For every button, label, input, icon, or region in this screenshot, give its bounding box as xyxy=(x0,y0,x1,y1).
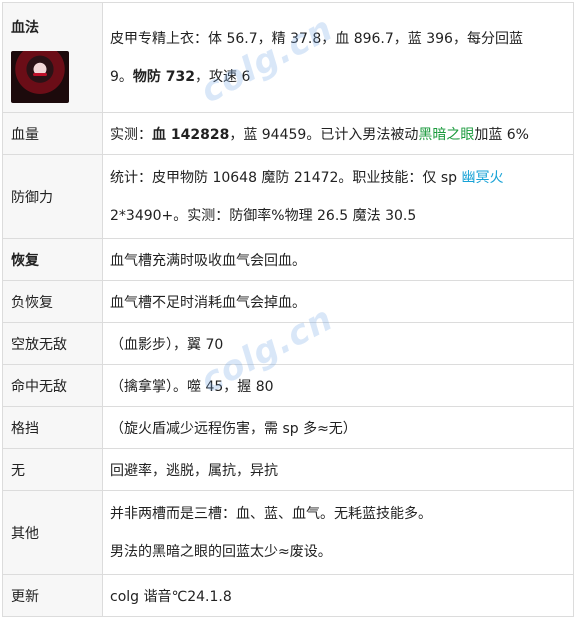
table-row: 更新 colg 谐音℃24.1.8 xyxy=(2,574,574,617)
text: ，蓝 94459。已计入男法被动 xyxy=(229,126,419,143)
value-line: 皮甲专精上衣：体 56.7，精 37.8，血 896.7，蓝 396，每分回蓝 xyxy=(110,30,523,47)
table-row: 空放无敌 （血影步），翼 70 xyxy=(2,322,574,365)
table-row: 无 回避率，逃脱，属抗，异抗 xyxy=(2,448,574,491)
table-row: 恢复 血气槽充满时吸收血气会回血。 xyxy=(2,238,574,281)
highlight-text: 物防 732 xyxy=(132,68,196,85)
text: 实测： xyxy=(110,126,152,143)
table-row: 负恢复 血气槽不足时消耗血气会掉血。 xyxy=(2,280,574,323)
row-value: colg 谐音℃24.1.8 xyxy=(102,574,574,617)
row-value: 血气槽不足时消耗血气会掉血。 xyxy=(102,280,574,323)
character-portrait xyxy=(11,51,69,103)
row-value: （擒拿掌）。噬 45，握 80 xyxy=(102,364,574,407)
table-row: 格挡 （旋火盾减少远程伤害，需 sp 多≈无） xyxy=(2,406,574,449)
row-label: 负恢复 xyxy=(2,280,103,323)
table-row: 其他 并非两槽而是三槽：血、蓝、血气。无耗蓝技能多。 男法的黑暗之眼的回蓝太少≈… xyxy=(2,490,574,575)
value-line: 男法的黑暗之眼的回蓝太少≈废设。 xyxy=(110,543,332,560)
table-row: 血法 皮甲专精上衣：体 56.7，精 37.8，血 896.7，蓝 396，每分… xyxy=(2,2,574,113)
value-line: 并非两槽而是三槽：血、蓝、血气。无耗蓝技能多。 xyxy=(110,505,432,522)
row-value-cell: 实测：血 142828，蓝 94459。已计入男法被动黑暗之眼加蓝 6% xyxy=(102,112,574,155)
row-value-cell: 皮甲专精上衣：体 56.7，精 37.8，血 896.7，蓝 396，每分回蓝 … xyxy=(102,2,574,113)
row-label: 无 xyxy=(2,448,103,491)
row-label: 更新 xyxy=(2,574,103,617)
row-label: 其他 xyxy=(2,490,103,575)
row-value: 回避率，逃脱，属抗，异抗 xyxy=(102,448,574,491)
highlight-text: 血 142828 xyxy=(152,126,230,143)
skill-link[interactable]: 幽冥火 xyxy=(462,170,504,186)
text: 统计：皮甲物防 10648 魔防 21472。职业技能：仅 sp xyxy=(110,169,462,186)
text: 9。 xyxy=(110,68,133,85)
row-value: （旋火盾减少远程伤害，需 sp 多≈无） xyxy=(102,406,574,449)
value-line: 9。物防 732，攻速 6 xyxy=(110,67,567,87)
row-label: 空放无敌 xyxy=(2,322,103,365)
row-label: 恢复 xyxy=(2,238,103,281)
text: 加蓝 6% xyxy=(474,126,529,143)
text: ，攻速 6 xyxy=(195,68,251,85)
row-value: （血影步），翼 70 xyxy=(102,322,574,365)
skill-info-table: 血法 皮甲专精上衣：体 56.7，精 37.8，血 896.7，蓝 396，每分… xyxy=(2,2,574,617)
table-row: 血量 实测：血 142828，蓝 94459。已计入男法被动黑暗之眼加蓝 6% xyxy=(2,112,574,155)
row-value: 血气槽充满时吸收血气会回血。 xyxy=(102,238,574,281)
table-row: 命中无敌 （擒拿掌）。噬 45，握 80 xyxy=(2,364,574,407)
table-row: 防御力 统计：皮甲物防 10648 魔防 21472。职业技能：仅 sp 幽冥火… xyxy=(2,154,574,239)
row-value-cell: 并非两槽而是三槽：血、蓝、血气。无耗蓝技能多。 男法的黑暗之眼的回蓝太少≈废设。 xyxy=(102,490,574,575)
value-line: 统计：皮甲物防 10648 魔防 21472。职业技能：仅 sp 幽冥火 xyxy=(110,168,567,188)
row-label: 血量 xyxy=(2,112,103,155)
row-label: 血法 xyxy=(11,20,39,36)
skill-link[interactable]: 黑暗之眼 xyxy=(418,127,474,143)
value-line: 2*3490+。实测：防御率%物理 26.5 魔法 30.5 xyxy=(110,207,417,224)
row-value-cell: 统计：皮甲物防 10648 魔防 21472。职业技能：仅 sp 幽冥火 2*3… xyxy=(102,154,574,239)
row-label: 格挡 xyxy=(2,406,103,449)
row-label: 防御力 xyxy=(2,154,103,239)
row-label: 命中无敌 xyxy=(2,364,103,407)
row-label-cell: 血法 xyxy=(2,2,103,113)
